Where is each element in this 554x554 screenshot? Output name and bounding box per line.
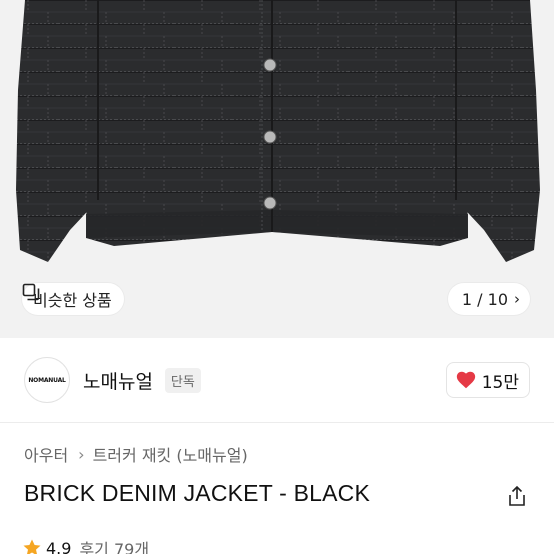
star-icon [23,539,41,554]
seller-logo-text: NOMANUAL [28,376,66,384]
breadcrumb: 아우터 › 트러커 재킷 (노매뉴얼) [24,442,248,466]
rating-score: 4.9 [46,538,72,554]
product-title: BRICK DENIM JACKET - BLACK [24,480,371,506]
seller-row: NOMANUAL 노매뉴얼 단독 15만 [0,338,554,422]
rating-summary[interactable]: 4.9 후기 79개 [22,536,149,554]
like-button[interactable]: 15만 [445,362,530,398]
image-pager-button[interactable]: 1 / 10 › [447,283,530,315]
similar-items-icon [22,283,40,301]
section-divider [0,422,554,423]
breadcrumb-subcategory[interactable]: 트러커 재킷 (노매뉴얼) [93,442,248,466]
seller-name[interactable]: 노매뉴얼 [83,367,153,394]
heart-icon [456,371,475,389]
product-image-gallery[interactable]: 비슷한 상품 1 / 10 › [0,0,554,338]
chevron-right-icon: › [514,290,520,308]
similar-items-button[interactable]: 비슷한 상품 [22,283,124,315]
seller-logo[interactable]: NOMANUAL [24,357,70,403]
similar-items-label: 비슷한 상품 [33,291,112,310]
chevron-right-icon: › [78,444,85,464]
review-count[interactable]: 후기 79개 [79,536,149,554]
share-icon[interactable] [506,485,528,507]
image-pager-count: 1 / 10 [461,289,508,309]
like-count: 15만 [481,372,519,393]
breadcrumb-category[interactable]: 아우터 [24,442,68,466]
exclusive-badge: 단독 [164,367,201,393]
